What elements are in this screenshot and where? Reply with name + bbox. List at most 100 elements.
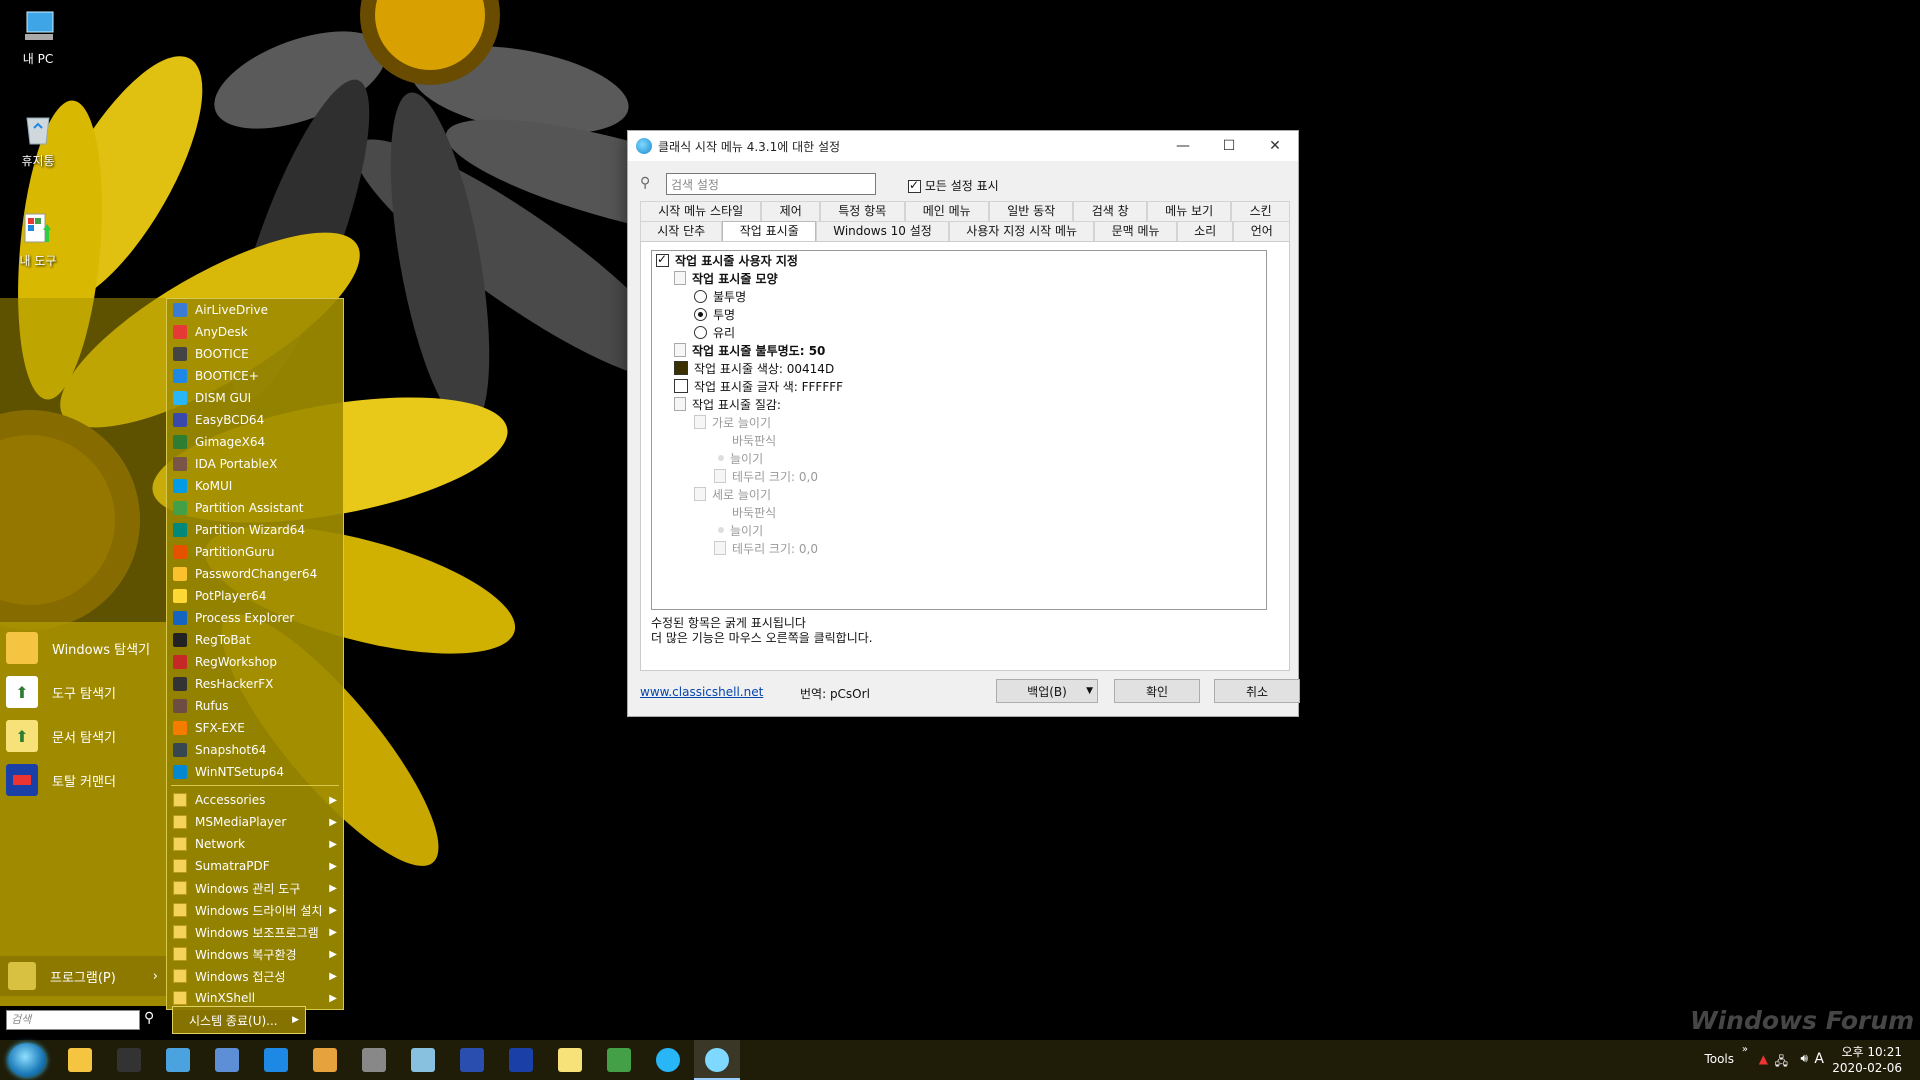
settings-tab[interactable]: 사용자 지정 시작 메뉴 (949, 221, 1095, 241)
ie-icon[interactable] (264, 1048, 288, 1072)
doc-icon[interactable] (558, 1048, 582, 1072)
notepad-icon[interactable] (411, 1048, 435, 1072)
folder-item[interactable]: Windows 접근성 ▶ (167, 965, 343, 987)
start-total-commander[interactable]: 토탈 커맨더 (6, 760, 162, 800)
explorer-icon[interactable] (68, 1048, 92, 1072)
tools-toolbar-label[interactable]: Tools (1704, 1052, 1734, 1066)
app-item[interactable]: Process Explorer (167, 607, 343, 629)
programs-button[interactable]: 프로그램(P) › (0, 956, 166, 996)
app-item[interactable]: AirLiveDrive (167, 299, 343, 321)
tree-taskbar-opacity[interactable]: 작업 표시줄 불투명도: 50 (674, 341, 825, 359)
app-item[interactable]: WinNTSetup64 (167, 761, 343, 783)
tree-h-tile[interactable]: 바둑판식 (732, 431, 776, 449)
radio-icon[interactable] (694, 325, 707, 339)
radio-opaque[interactable]: 불투명 (694, 287, 746, 305)
chevron-double-right-icon[interactable]: » (1742, 1044, 1748, 1055)
app-item[interactable]: PotPlayer64 (167, 585, 343, 607)
tree-v-border[interactable]: 테두리 크기: 0,0 (714, 539, 818, 557)
up-arrow-icon[interactable]: ▲ (1759, 1052, 1768, 1066)
radio-icon[interactable] (694, 289, 707, 303)
start-tool-explorer[interactable]: ⬆ 도구 탐색기 (6, 672, 162, 712)
start-button[interactable] (8, 1043, 46, 1077)
cmd-icon[interactable] (117, 1048, 141, 1072)
app-item[interactable]: Partition Assistant (167, 497, 343, 519)
settings-tab[interactable]: 메뉴 보기 (1146, 201, 1232, 221)
settings-tab[interactable]: 스킨 (1231, 201, 1290, 221)
tree-customize-taskbar[interactable]: 작업 표시줄 사용자 지정 (656, 251, 798, 269)
app-item[interactable]: RegToBat (167, 629, 343, 651)
tree-taskbar-texture[interactable]: 작업 표시줄 질감: (674, 395, 781, 413)
folder-item[interactable]: Accessories ▶ (167, 789, 343, 811)
settings-tab[interactable]: 언어 (1233, 221, 1291, 241)
start-windows-explorer[interactable]: Windows 탐색기 (6, 628, 162, 668)
tree-v-tile[interactable]: 바둑판식 (732, 503, 776, 521)
app-item[interactable]: KoMUI (167, 475, 343, 497)
minimize-button[interactable]: — (1160, 131, 1206, 161)
disk-icon[interactable] (166, 1048, 190, 1072)
folder-item[interactable]: Windows 복구환경 ▶ (167, 943, 343, 965)
settings-tab[interactable]: 메인 메뉴 (904, 201, 989, 221)
folder-item[interactable]: Windows 드라이버 설치 ▶ (167, 899, 343, 921)
text-color-swatch[interactable] (674, 379, 688, 393)
folder-item[interactable]: Windows 보조프로그램 ▶ (167, 921, 343, 943)
drive-icon[interactable] (362, 1048, 386, 1072)
app-item[interactable]: SFX-EXE (167, 717, 343, 739)
tree-v-stretch[interactable]: 늘이기 (718, 521, 763, 539)
radio-transparent[interactable]: 투명 (694, 305, 735, 323)
checkbox-checked-icon[interactable] (908, 178, 921, 193)
folder-item[interactable]: MSMediaPlayer ▶ (167, 811, 343, 833)
tool-icon[interactable] (607, 1048, 631, 1072)
settings-tab[interactable]: 검색 창 (1073, 201, 1147, 221)
folder-item[interactable]: Windows 관리 도구 ▶ (167, 877, 343, 899)
app-item[interactable]: Rufus (167, 695, 343, 717)
app-item[interactable]: RegWorkshop (167, 651, 343, 673)
app-item[interactable]: PartitionGuru (167, 541, 343, 563)
desktop-icon-my-tools[interactable]: 내 도구 (8, 210, 68, 269)
app-item[interactable]: PasswordChanger64 (167, 563, 343, 585)
tree-vertical-stretch[interactable]: 세로 늘이기 (694, 485, 771, 503)
folder-item[interactable]: SumatraPDF ▶ (167, 855, 343, 877)
cancel-button[interactable]: 취소 (1214, 679, 1300, 703)
app-item[interactable]: AnyDesk (167, 321, 343, 343)
classic-shell-icon[interactable] (705, 1048, 729, 1072)
settings-tab[interactable]: Windows 10 설정 (816, 221, 950, 241)
shutdown-button[interactable]: 시스템 종료(U)... ▶ (172, 1006, 306, 1034)
settings-tab[interactable]: 문맥 메뉴 (1094, 221, 1177, 241)
color-swatch[interactable] (674, 361, 688, 375)
folder-item[interactable]: Network ▶ (167, 833, 343, 855)
app-item[interactable]: IDA PortableX (167, 453, 343, 475)
settings-search-input[interactable] (666, 173, 876, 195)
settings-tab[interactable]: 특정 항목 (820, 201, 905, 221)
ok-button[interactable]: 확인 (1114, 679, 1200, 703)
start-search-input[interactable]: 검색 (6, 1010, 140, 1030)
app-item[interactable]: ResHackerFX (167, 673, 343, 695)
tree-h-stretch[interactable]: 늘이기 (718, 449, 763, 467)
dialog-titlebar[interactable]: 클래식 시작 메뉴 4.3.1에 대한 설정 — ☐ ✕ (628, 131, 1298, 161)
app-item[interactable]: Snapshot64 (167, 739, 343, 761)
globe-icon[interactable] (656, 1048, 680, 1072)
tree-taskbar-color[interactable]: 작업 표시줄 색상: 00414D (674, 359, 834, 377)
tree-horizontal-stretch[interactable]: 가로 늘이기 (694, 413, 771, 431)
settings-tab[interactable]: 일반 동작 (988, 201, 1074, 221)
tree-taskbar-look[interactable]: 작업 표시줄 모양 (674, 269, 778, 287)
settings-tab[interactable]: 작업 표시줄 (722, 221, 816, 241)
settings-tab[interactable]: 시작 메뉴 스타일 (640, 201, 762, 221)
desktop-icon-recycle-bin[interactable]: 휴지통 (8, 110, 68, 169)
backup-button[interactable]: 백업(B) ▼ (996, 679, 1098, 703)
start-document-explorer[interactable]: ⬆ 문서 탐색기 (6, 716, 162, 756)
checkbox-checked-icon[interactable] (656, 252, 669, 267)
app-item[interactable]: BOOTICE (167, 343, 343, 365)
media-icon[interactable] (313, 1048, 337, 1072)
grid-icon[interactable] (460, 1048, 484, 1072)
app-item[interactable]: EasyBCD64 (167, 409, 343, 431)
settings-tab[interactable]: 제어 (761, 201, 821, 221)
radio-glass[interactable]: 유리 (694, 323, 735, 341)
app-item[interactable]: Partition Wizard64 (167, 519, 343, 541)
desktop-icon-my-pc[interactable]: 내 PC (8, 8, 68, 67)
volume-icon[interactable]: 🔊︎ (1800, 1051, 1808, 1066)
show-all-settings-checkbox[interactable]: 모든 설정 표시 (908, 177, 999, 194)
tree-taskbar-text-color[interactable]: 작업 표시줄 글자 색: FFFFFF (674, 377, 843, 395)
tree-h-border[interactable]: 테두리 크기: 0,0 (714, 467, 818, 485)
app-item[interactable]: DISM GUI (167, 387, 343, 409)
classicshell-link[interactable]: www.classicshell.net (640, 685, 763, 699)
